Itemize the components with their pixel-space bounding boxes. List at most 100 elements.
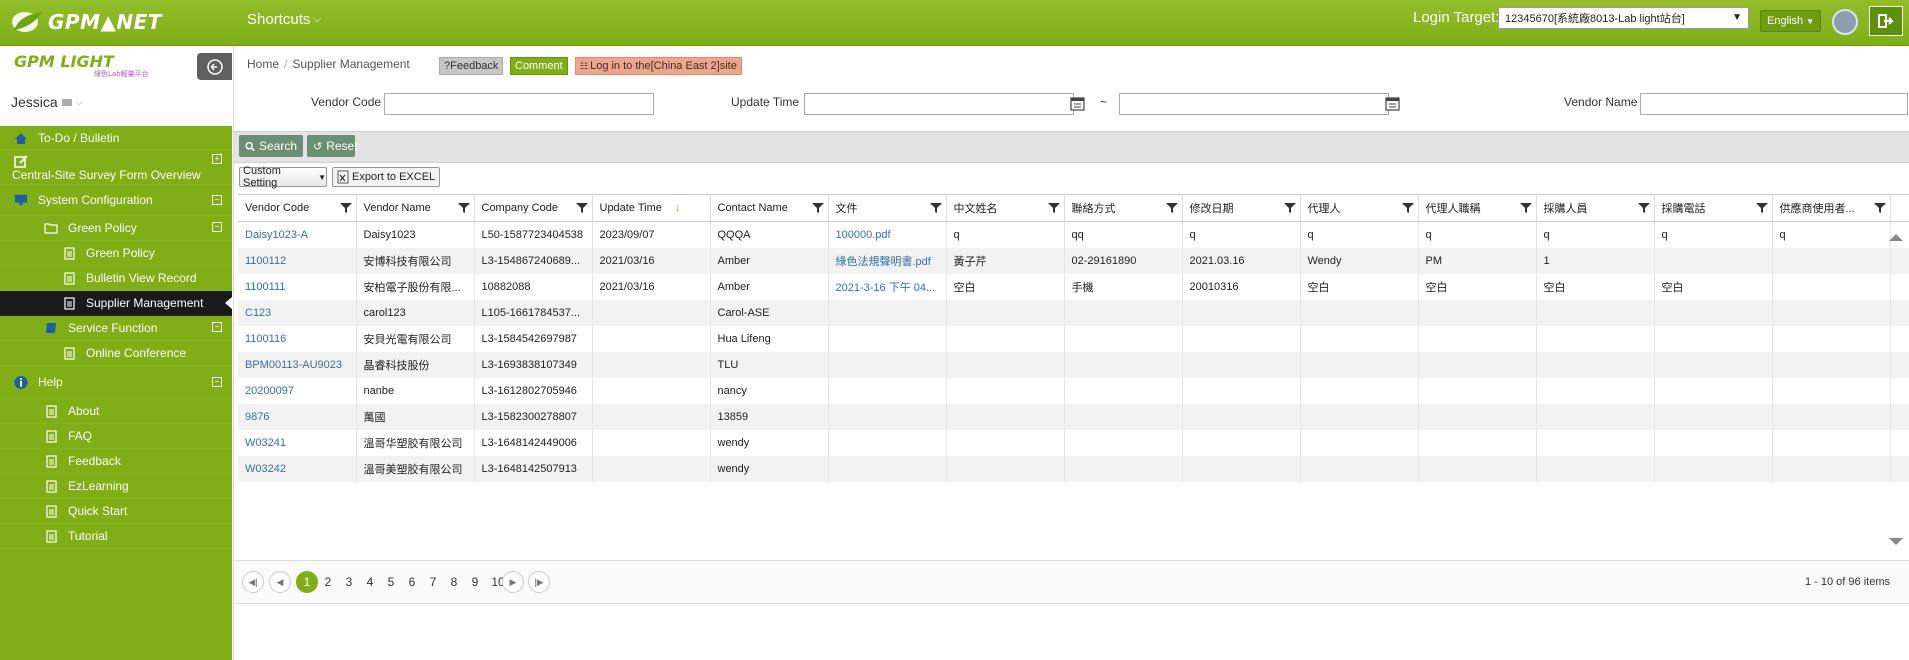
breadcrumb-home[interactable]: Home: [247, 57, 279, 71]
sidebar-item-ezlearning[interactable]: EzLearning: [0, 474, 232, 499]
shortcuts-menu[interactable]: Shortcuts ⌵: [247, 11, 321, 28]
feedback-button[interactable]: ?Feedback: [439, 57, 504, 75]
page-number[interactable]: 2: [317, 571, 339, 593]
last-page-icon[interactable]: |▶: [528, 571, 550, 593]
filter-icon[interactable]: [1873, 202, 1886, 214]
calendar-icon[interactable]: [1068, 94, 1086, 112]
vendor-code-link[interactable]: 20200097: [238, 378, 357, 404]
calendar-icon[interactable]: [1383, 94, 1401, 112]
column-header[interactable]: 聯絡方式: [1064, 194, 1183, 222]
page-number[interactable]: 5: [380, 571, 402, 593]
column-header[interactable]: Update Time ↓: [592, 194, 711, 222]
column-header[interactable]: Vendor Code: [238, 194, 357, 222]
filter-icon[interactable]: [1047, 202, 1060, 214]
user-menu[interactable]: Jessica ⌵: [11, 94, 83, 110]
filter-icon[interactable]: [1165, 202, 1178, 214]
filter-icon[interactable]: [1283, 202, 1296, 214]
sidebar-item-help[interactable]: Help −: [0, 366, 232, 399]
table-row[interactable]: 1100112 安博科技有限公司 L3-154867240689... 2021/03…: [238, 248, 1909, 274]
sidebar-item-quick-start[interactable]: Quick Start: [0, 499, 232, 524]
gpm-net-logo[interactable]: GPM▲NET: [10, 6, 162, 38]
sidebar-item-central-site-survey[interactable]: Central-Site Survey Form Overview +: [0, 150, 232, 185]
vendor-code-link[interactable]: 9876: [238, 404, 357, 430]
vendor-code-input[interactable]: [384, 93, 654, 115]
language-select[interactable]: English ▼: [1760, 10, 1821, 32]
search-button[interactable]: Search: [239, 135, 303, 157]
sidebar-item-green-policy[interactable]: Green Policy: [0, 241, 232, 266]
column-header[interactable]: Vendor Name: [356, 194, 475, 222]
comment-button[interactable]: Comment: [510, 57, 568, 75]
vendor-code-link[interactable]: BPM00113-AU9023: [238, 352, 357, 378]
collapse-sidebar-button[interactable]: [197, 53, 232, 80]
logout-button[interactable]: [1869, 6, 1903, 36]
filter-icon[interactable]: [1755, 202, 1768, 214]
file-link[interactable]: 綠色法規聲明書.pdf: [828, 248, 947, 274]
next-page-icon[interactable]: ▶: [502, 571, 524, 593]
table-row[interactable]: 1100111 安柏電子股份有限... 10882088 2021/03/16 Ambe…: [238, 274, 1909, 300]
page-number[interactable]: 3: [338, 571, 360, 593]
table-row[interactable]: C123 carol123 L105-1661784537... Carol-ASE: [238, 300, 1909, 326]
page-number[interactable]: 1: [296, 571, 318, 593]
update-time-end-input[interactable]: [1119, 93, 1389, 115]
login-site-button[interactable]: ☷ Log in to the[China East 2]site: [575, 57, 742, 75]
column-header[interactable]: 修改日期: [1182, 194, 1301, 222]
sidebar-item-service-function[interactable]: Service Function −: [0, 316, 232, 341]
collapse-icon[interactable]: −: [212, 377, 222, 387]
table-row[interactable]: 1100116 安貝光電有限公司 L3-1584542697987 Hua Lifen…: [238, 326, 1909, 352]
scroll-up-arrow-icon[interactable]: [1889, 234, 1903, 241]
sidebar-item-system-configuration[interactable]: System Configuration −: [0, 185, 232, 216]
sidebar-item-bulletin-view-record[interactable]: Bulletin View Record: [0, 266, 232, 291]
vendor-code-link[interactable]: 1100111: [238, 274, 357, 300]
column-header[interactable]: 文件: [828, 194, 947, 222]
filter-icon[interactable]: [1519, 202, 1532, 214]
column-header[interactable]: 中文姓名: [946, 194, 1065, 222]
collapse-icon[interactable]: −: [212, 322, 222, 332]
sidebar-item-tutorial[interactable]: Tutorial: [0, 524, 232, 549]
column-header[interactable]: 採購電話: [1654, 194, 1773, 222]
column-header[interactable]: 供應商使用者...: [1772, 194, 1891, 222]
column-header[interactable]: 代理人: [1300, 194, 1419, 222]
login-target-select[interactable]: 12345670[系統廠8013-Lab light站台] ▼: [1498, 7, 1749, 29]
previous-page-icon[interactable]: ◀: [269, 571, 291, 593]
collapse-icon[interactable]: −: [212, 195, 222, 205]
page-number[interactable]: 9: [464, 571, 486, 593]
vendor-code-link[interactable]: C123: [238, 300, 357, 326]
filter-icon[interactable]: [811, 202, 824, 214]
file-link[interactable]: 2021-3-16 下午 04...: [828, 274, 947, 300]
page-number[interactable]: 6: [401, 571, 423, 593]
filter-icon[interactable]: [1637, 202, 1650, 214]
page-number[interactable]: 4: [359, 571, 381, 593]
column-header[interactable]: Company Code: [474, 194, 593, 222]
table-row[interactable]: BPM00113-AU9023 晶睿科技股份 L3-1693838107349 TLU: [238, 352, 1909, 378]
vendor-code-link[interactable]: 1100116: [238, 326, 357, 352]
table-row[interactable]: W03241 溫哥华塑胶有限公司 L3-1648142449006 wendy: [238, 430, 1909, 456]
table-row[interactable]: W03242 溫哥美塑胶有限公司 L3-1648142507913 wendy: [238, 456, 1909, 482]
table-row[interactable]: 20200097 nanbe L3-1612802705946 nancy: [238, 378, 1909, 404]
first-page-icon[interactable]: ◀|: [242, 571, 264, 593]
sidebar-item-online-conference[interactable]: Online Conference: [0, 341, 232, 366]
custom-setting-dropdown[interactable]: Custom Setting ▼: [239, 165, 327, 189]
page-number[interactable]: 8: [443, 571, 465, 593]
column-header[interactable]: Contact Name: [710, 194, 829, 222]
table-row[interactable]: 9876 萬國 L3-1582300278807 13859: [238, 404, 1909, 430]
filter-icon[interactable]: [1401, 202, 1414, 214]
sidebar-item-feedback[interactable]: Feedback: [0, 449, 232, 474]
sidebar-item-green-policy-group[interactable]: Green Policy −: [0, 216, 232, 241]
sidebar-item-faq[interactable]: FAQ: [0, 424, 232, 449]
scroll-down-arrow-icon[interactable]: [1889, 538, 1903, 545]
vendor-name-input[interactable]: [1640, 93, 1908, 115]
expand-icon[interactable]: +: [212, 154, 222, 164]
column-header[interactable]: 代理人職稱: [1418, 194, 1537, 222]
globe-icon[interactable]: [1832, 9, 1858, 35]
column-header[interactable]: 採購人員: [1536, 194, 1655, 222]
page-number[interactable]: 7: [422, 571, 444, 593]
vendor-code-link[interactable]: Daisy1023-A: [238, 221, 357, 248]
filter-icon[interactable]: [457, 202, 470, 214]
file-link[interactable]: 100000.pdf: [828, 221, 947, 248]
export-excel-button[interactable]: Export to EXCEL: [332, 167, 440, 187]
collapse-icon[interactable]: −: [212, 222, 222, 232]
table-row[interactable]: Daisy1023-A Daisy1023 L50-1587723404538 202…: [238, 221, 1909, 248]
vendor-code-link[interactable]: 1100112: [238, 248, 357, 274]
sidebar-item-supplier-management[interactable]: Supplier Management: [0, 291, 232, 316]
vendor-code-link[interactable]: W03242: [238, 456, 357, 482]
